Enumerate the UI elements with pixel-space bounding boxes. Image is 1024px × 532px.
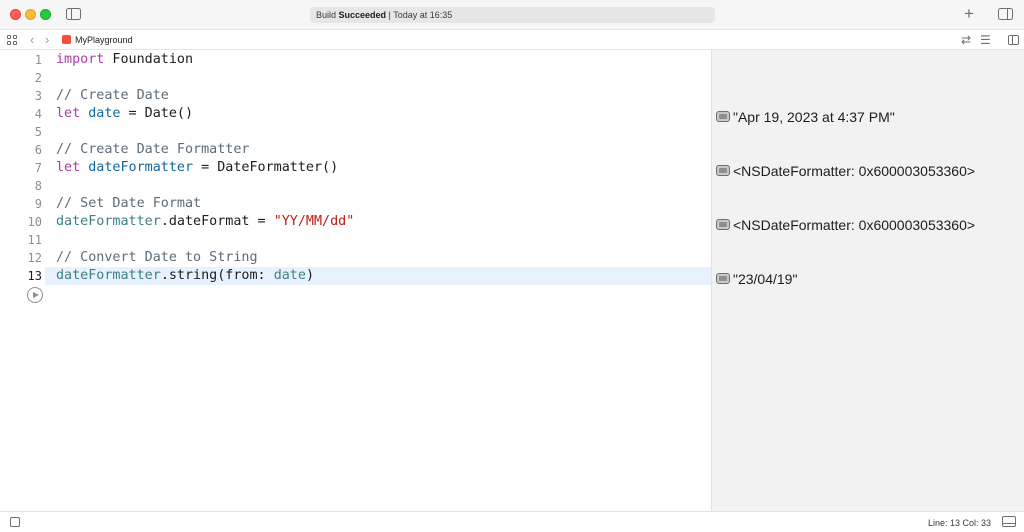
line-number: 13 xyxy=(27,269,42,283)
code-token: // Set Date Format xyxy=(56,196,202,211)
line-number: 2 xyxy=(34,71,42,85)
quick-look-icon[interactable] xyxy=(716,111,730,122)
status-time: | Today at 16:35 xyxy=(386,10,453,20)
code-token: let xyxy=(56,160,81,175)
forward-arrow-icon[interactable]: › xyxy=(45,32,49,47)
result-value: "Apr 19, 2023 at 4:37 PM" xyxy=(733,109,895,125)
line-number: 7 xyxy=(34,161,42,175)
code-token: = Date() xyxy=(120,106,194,121)
line-number: 8 xyxy=(34,179,42,193)
result-value: <NSDateFormatter: 0x600003053360> xyxy=(733,217,976,233)
code-token: // Create Date xyxy=(56,88,169,103)
line-number: 6 xyxy=(34,143,42,157)
line-number: 11 xyxy=(27,233,42,247)
code-token: // Convert Date to String xyxy=(56,250,258,265)
code-line[interactable]: dateFormatter.dateFormat = "YY/MM/dd" xyxy=(56,213,354,231)
code-line[interactable]: import Foundation xyxy=(56,51,193,69)
jump-bar: ‹ › MyPlayground ⇄ ☰ xyxy=(0,29,1024,50)
code-token: = DateFormatter() xyxy=(193,160,339,175)
add-editor-icon[interactable] xyxy=(1008,35,1019,45)
code-token: .string(from: xyxy=(160,268,274,283)
code-line[interactable]: // Convert Date to String xyxy=(56,249,258,267)
result-value: "23/04/19" xyxy=(733,271,798,287)
line-number: 1 xyxy=(34,53,42,67)
code-token: "YY/MM/dd" xyxy=(273,214,355,229)
zoom-window-button[interactable] xyxy=(40,9,51,20)
run-playground-button[interactable] xyxy=(27,287,43,303)
editor-options-icon[interactable]: ☰ xyxy=(980,33,991,47)
code-line[interactable]: // Create Date xyxy=(56,87,169,105)
code-token: dateFormatter xyxy=(88,160,194,175)
quick-look-icon[interactable] xyxy=(716,219,730,230)
line-number: 12 xyxy=(27,251,42,265)
minimize-window-button[interactable] xyxy=(25,9,36,20)
code-token: // Create Date Formatter xyxy=(56,142,250,157)
code-token: import xyxy=(56,52,105,67)
line-number: 10 xyxy=(27,215,42,229)
add-button[interactable]: + xyxy=(964,5,974,22)
line-number: 3 xyxy=(34,89,42,103)
swift-file-icon xyxy=(62,35,71,44)
breadcrumb-file[interactable]: MyPlayground xyxy=(75,34,133,46)
status-result: Succeeded xyxy=(338,10,387,20)
line-number: 9 xyxy=(34,197,42,211)
code-token: let xyxy=(56,106,81,121)
line-number: 4 xyxy=(34,107,42,121)
code-line[interactable]: // Set Date Format xyxy=(56,195,201,213)
quick-look-icon[interactable] xyxy=(716,165,730,176)
code-token: Foundation xyxy=(104,52,194,67)
code-line[interactable]: let date = Date() xyxy=(56,105,193,123)
code-line[interactable]: // Create Date Formatter xyxy=(56,141,249,159)
debug-area-toggle-icon[interactable] xyxy=(10,517,20,527)
code-token: date xyxy=(88,106,121,121)
back-arrow-icon[interactable]: ‹ xyxy=(30,32,34,47)
line-number: 5 xyxy=(34,125,42,139)
code-token: dateFormatter xyxy=(56,214,161,229)
code-review-icon[interactable]: ⇄ xyxy=(961,33,971,47)
status-bar: Line: 13 Col: 33 xyxy=(0,511,1024,532)
code-token: dateFormatter xyxy=(56,268,161,283)
code-token: date xyxy=(273,268,306,283)
window-titlebar: Build Succeeded | Today at 16:35 + xyxy=(0,0,1024,29)
sidebar-toggle-icon[interactable] xyxy=(66,8,81,20)
result-value: <NSDateFormatter: 0x600003053360> xyxy=(733,163,976,179)
close-window-button[interactable] xyxy=(10,9,21,20)
code-line[interactable]: let dateFormatter = DateFormatter() xyxy=(56,159,338,177)
inspector-toggle-icon[interactable] xyxy=(998,8,1013,20)
code-line[interactable]: dateFormatter.string(from: date) xyxy=(56,267,314,285)
status-prefix: Build xyxy=(316,10,339,20)
code-token: .dateFormat = xyxy=(160,214,274,229)
related-items-grid-icon[interactable] xyxy=(7,35,17,45)
cursor-position: Line: 13 Col: 33 xyxy=(927,518,991,528)
show-debug-area-icon[interactable] xyxy=(1002,516,1016,527)
quick-look-icon[interactable] xyxy=(716,273,730,284)
activity-status: Build Succeeded | Today at 16:35 xyxy=(310,7,715,23)
code-token: ) xyxy=(305,268,314,283)
